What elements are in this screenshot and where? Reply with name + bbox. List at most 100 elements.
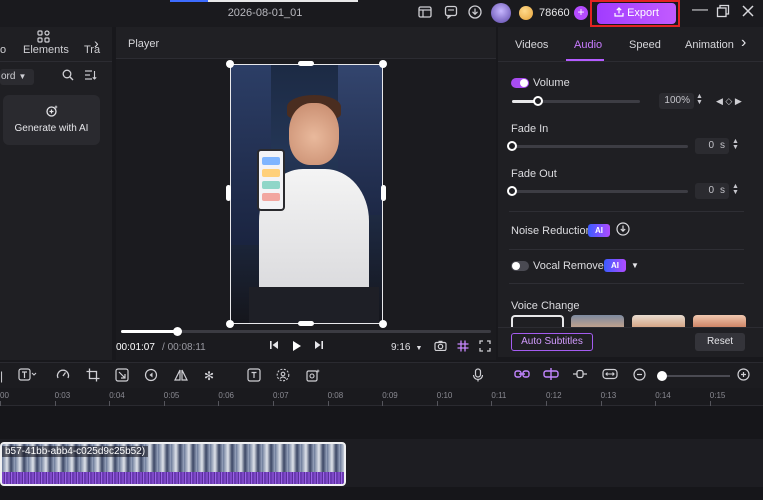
vocal-remover-toggle[interactable] — [511, 261, 529, 271]
tab-elements[interactable]: Elements — [23, 44, 69, 56]
fade-out-value-field[interactable]: 0s — [695, 183, 729, 199]
scrubber-fill — [121, 330, 177, 333]
divider — [509, 211, 744, 212]
resize-handle-left[interactable] — [226, 185, 231, 201]
generate-with-ai-button[interactable]: Generate with AI — [3, 95, 100, 145]
volume-value-field[interactable]: 100% — [659, 93, 694, 109]
fade-out-slider-knob[interactable] — [507, 186, 517, 196]
freeze-icon[interactable]: ✻ — [204, 368, 214, 384]
resize-handle-right[interactable] — [381, 185, 386, 201]
fade-in-stepper[interactable]: ▲ ▼ — [732, 138, 739, 151]
reset-button[interactable]: Reset — [695, 333, 745, 351]
resize-handle-tl[interactable] — [226, 60, 234, 68]
auto-subtitles-button[interactable]: Auto Subtitles — [511, 333, 593, 351]
volume-slider-knob[interactable] — [532, 96, 543, 106]
fade-out-slider[interactable] — [507, 186, 688, 196]
generate-with-ai-label: Generate with AI — [14, 123, 89, 134]
video-clip[interactable]: b57-41bb-abb4-c025d9c25b52) — [0, 442, 346, 486]
title-bar: 2026-08-01_01 78660 + Export — — [0, 0, 763, 27]
person-head — [289, 103, 339, 165]
person-legs — [249, 287, 379, 323]
text-icon[interactable] — [18, 368, 38, 385]
fade-in-slider[interactable] — [507, 141, 688, 151]
avatar[interactable] — [491, 3, 511, 23]
zoom-slider[interactable] — [657, 375, 730, 377]
link-clips-icon[interactable] — [514, 368, 530, 384]
next-frame-icon[interactable] — [314, 340, 324, 353]
resize-handle-br[interactable] — [379, 320, 387, 328]
text-template-icon[interactable] — [247, 368, 261, 386]
tab-videos[interactable]: Videos — [515, 39, 548, 51]
resize-handle-tr[interactable] — [379, 60, 387, 68]
ruler-tick-label: 0:05 — [163, 391, 180, 400]
minimize-icon[interactable]: — — [692, 1, 708, 19]
zoom-slider-knob[interactable] — [656, 371, 667, 381]
video-preview[interactable] — [230, 64, 383, 324]
previous-frame-icon[interactable] — [269, 340, 279, 353]
keyframe-icon[interactable]: ◀ ◇ ▶ — [716, 96, 742, 107]
ai-sparkle-icon — [3, 104, 100, 121]
tab-speed[interactable]: Speed — [629, 39, 661, 51]
ai-portrait-icon[interactable] — [276, 368, 290, 386]
split-icon[interactable]: | — [0, 368, 3, 384]
tab-animation[interactable]: Animation — [685, 39, 734, 51]
total-time: / 00:08:11 — [162, 342, 206, 353]
media-tabs: o Elements Tra › — [0, 27, 112, 62]
snap-icon[interactable] — [543, 368, 559, 384]
fade-out-value: 0 — [708, 185, 714, 196]
mirror-icon[interactable] — [174, 368, 188, 386]
chevron-down-icon[interactable]: ▼ — [631, 261, 639, 270]
crop-icon[interactable] — [86, 368, 100, 386]
scrubber-knob[interactable] — [172, 327, 182, 336]
volume-slider[interactable] — [512, 96, 640, 106]
chevron-right-icon[interactable]: › — [94, 35, 99, 51]
resize-handle-bl[interactable] — [226, 320, 234, 328]
download-icon[interactable] — [616, 222, 630, 239]
fade-in-slider-knob[interactable] — [507, 141, 517, 151]
grid-icon[interactable] — [457, 340, 469, 355]
download-icon[interactable] — [467, 5, 483, 21]
filter-dropdown[interactable]: ord ▼ — [0, 69, 34, 85]
timeline-ruler[interactable]: 00 0:03 0:04 0:05 0:06 0:07 0:08 0:09 0:10 0:11 0:… — [0, 388, 763, 406]
properties-panel: Videos Audio Speed Animation › Volume 10… — [498, 27, 763, 357]
fit-timeline-icon[interactable] — [602, 368, 618, 384]
transform-icon[interactable] — [115, 368, 129, 386]
property-tabs: Videos Audio Speed Animation › — [498, 27, 763, 62]
zoom-in-icon[interactable] — [737, 368, 750, 385]
export-icon — [614, 7, 624, 17]
resize-handle-top[interactable] — [298, 61, 314, 66]
speed-icon[interactable] — [56, 368, 70, 386]
render-progress-accent — [170, 0, 208, 2]
play-icon[interactable] — [291, 340, 302, 355]
smart-cutout-icon[interactable] — [306, 368, 321, 386]
close-icon[interactable] — [742, 4, 754, 20]
microphone-icon[interactable] — [472, 368, 484, 386]
snapshot-icon[interactable] — [434, 340, 447, 354]
fullscreen-icon[interactable] — [479, 340, 491, 355]
layout-icon[interactable] — [417, 5, 433, 21]
timeline-toolbar: | ✻ — [0, 362, 763, 388]
fade-in-value-field[interactable]: 0s — [695, 138, 729, 154]
chevron-down-icon: ▼ — [415, 345, 423, 352]
timeline-area: b57-41bb-abb4-c025d9c25b52) — [0, 406, 763, 500]
chevron-down-icon: ▼ — [18, 72, 27, 81]
add-coins-icon[interactable]: + — [574, 6, 588, 20]
tab-partial-left[interactable]: o — [0, 44, 6, 56]
tab-audio[interactable]: Audio — [574, 39, 602, 51]
feedback-icon[interactable] — [443, 5, 459, 21]
fade-out-stepper[interactable]: ▲ ▼ — [732, 183, 739, 196]
volume-stepper[interactable]: ▲ ▼ — [696, 93, 703, 106]
resize-handle-bottom[interactable] — [298, 321, 314, 326]
magnetic-icon[interactable] — [572, 368, 588, 384]
search-icon[interactable] — [62, 69, 74, 84]
aspect-ratio-select[interactable]: 9:16 ▼ — [391, 342, 422, 353]
fade-in-label: Fade In — [511, 123, 549, 135]
playback-scrubber[interactable] — [121, 327, 491, 336]
export-button[interactable]: Export — [597, 3, 676, 24]
restore-icon[interactable] — [716, 4, 730, 21]
zoom-out-icon[interactable] — [633, 368, 646, 385]
chevron-right-icon[interactable]: › — [741, 34, 746, 52]
volume-toggle[interactable] — [511, 78, 529, 88]
sort-icon[interactable] — [84, 69, 97, 84]
reverse-icon[interactable] — [144, 368, 158, 386]
